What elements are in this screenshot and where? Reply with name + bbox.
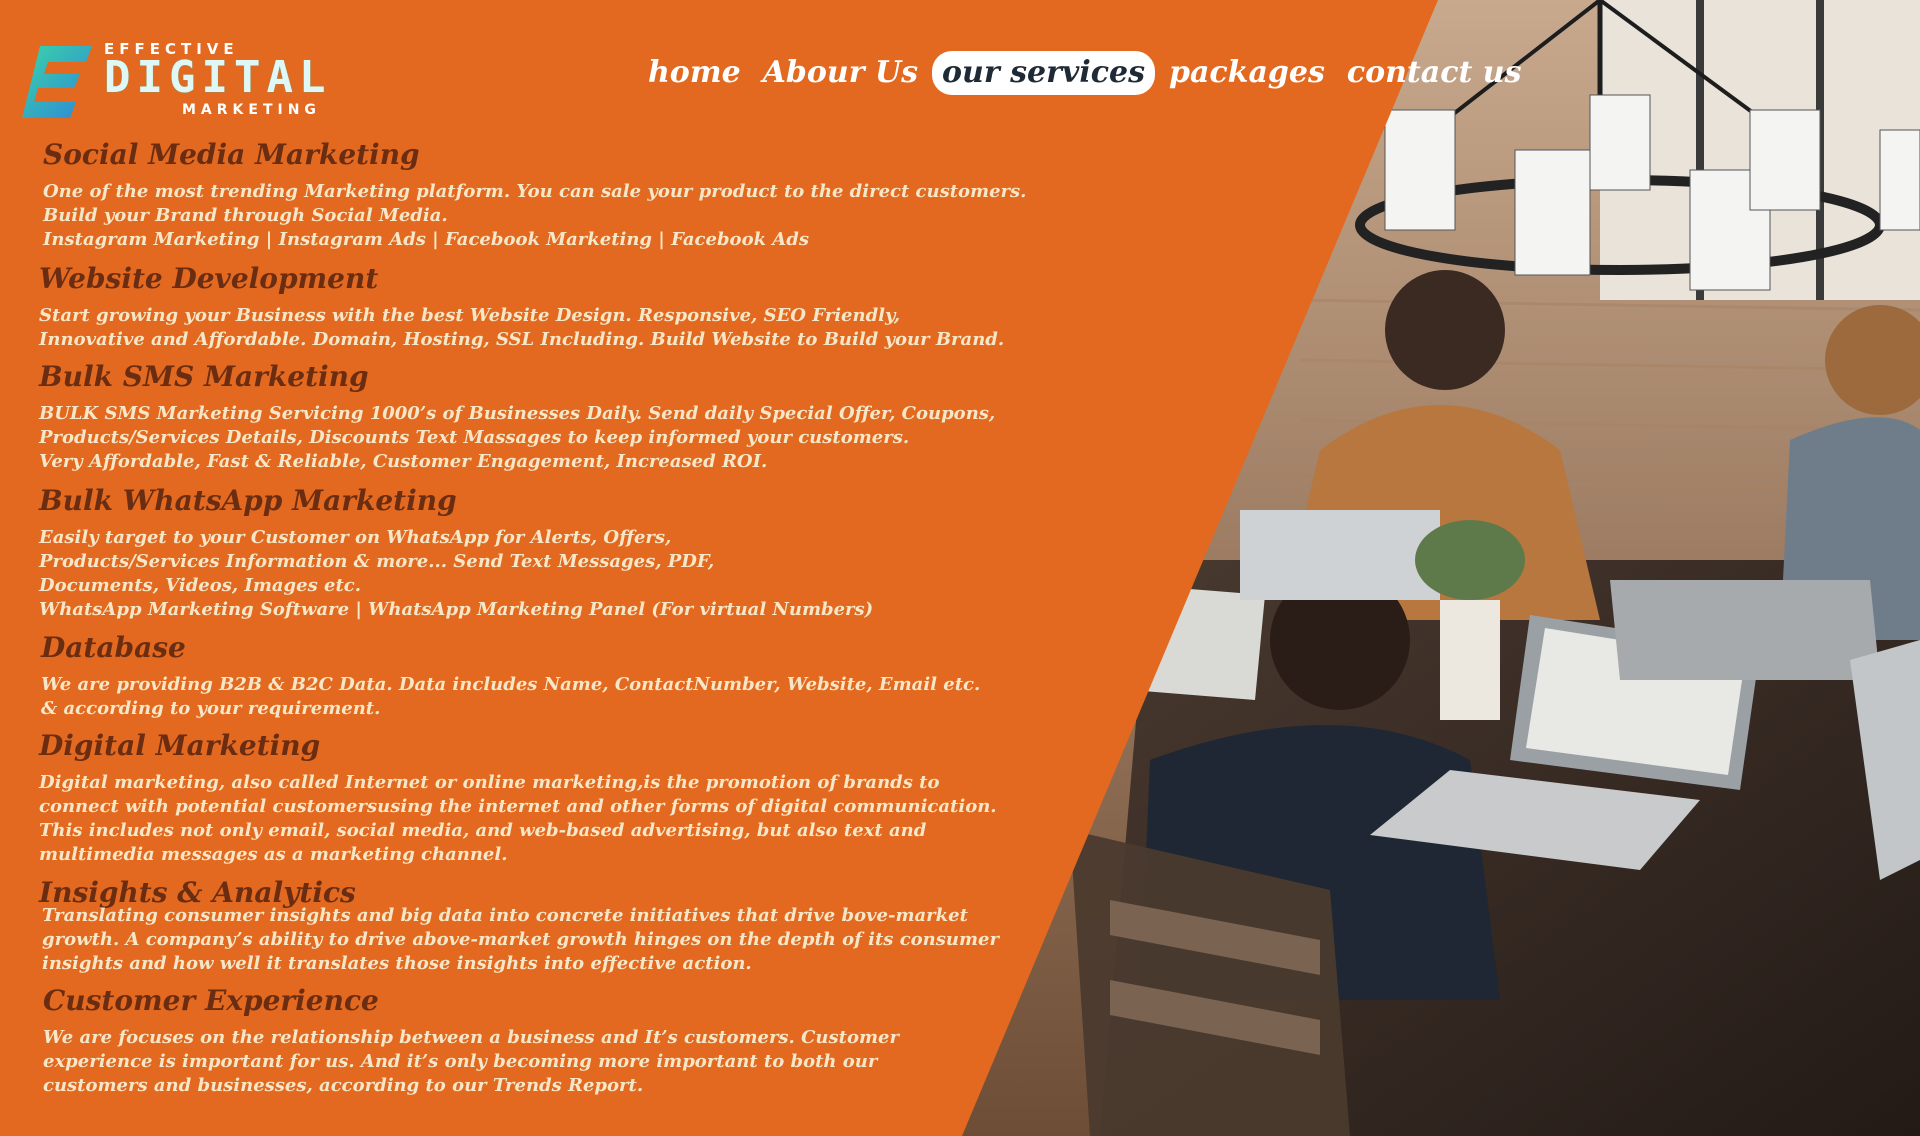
service-insights-analytics: Insights & Analytics Translating consume…: [39, 876, 1049, 976]
service-website-development: Website Development Start growing your B…: [39, 262, 1049, 352]
service-bulk-sms: Bulk SMS Marketing BULK SMS Marketing Se…: [39, 360, 1049, 474]
service-social-media: Social Media Marketing One of the most t…: [43, 138, 1053, 252]
main-nav: home Abour Us our services packages cont…: [640, 50, 1530, 96]
nav-our-services[interactable]: our services: [932, 51, 1155, 95]
service-title: Digital Marketing: [39, 729, 321, 762]
nav-contact-us[interactable]: contact us: [1339, 51, 1530, 95]
service-description: Start growing your Business with the bes…: [39, 305, 1005, 350]
service-description: BULK SMS Marketing Servicing 1000’s of B…: [39, 403, 996, 472]
service-description: Easily target to your Customer on WhatsA…: [39, 527, 874, 620]
service-customer-experience: Customer Experience We are focuses on th…: [43, 984, 1053, 1098]
logo-text-bottom: MARKETING: [182, 102, 321, 118]
nav-about-us[interactable]: Abour Us: [755, 51, 926, 95]
logo-text-main: DIGITAL: [104, 52, 332, 103]
brand-logo[interactable]: EFFECTIVE DIGITAL MARKETING: [22, 40, 332, 120]
service-description: Digital marketing, also called Internet …: [39, 772, 997, 865]
service-description: One of the most trending Marketing platf…: [43, 181, 1027, 250]
nav-packages[interactable]: packages: [1161, 51, 1333, 95]
service-database: Database We are providing B2B & B2C Data…: [41, 631, 1051, 721]
service-bulk-whatsapp: Bulk WhatsApp Marketing Easily target to…: [39, 484, 1049, 622]
service-title: Customer Experience: [43, 984, 379, 1017]
service-title: Database: [41, 631, 186, 664]
service-title: Website Development: [39, 262, 379, 295]
service-digital-marketing: Digital Marketing Digital marketing, als…: [39, 729, 1049, 867]
service-description: Translating consumer insights and big da…: [42, 905, 999, 974]
service-description: We are focuses on the relationship betwe…: [43, 1027, 899, 1096]
service-description: We are providing B2B & B2C Data. Data in…: [41, 674, 981, 719]
service-title: Bulk SMS Marketing: [39, 360, 369, 393]
service-title: Social Media Marketing: [43, 138, 420, 171]
logo-e-mark-icon: [22, 46, 92, 118]
service-title: Bulk WhatsApp Marketing: [39, 484, 457, 517]
nav-home[interactable]: home: [640, 51, 749, 95]
